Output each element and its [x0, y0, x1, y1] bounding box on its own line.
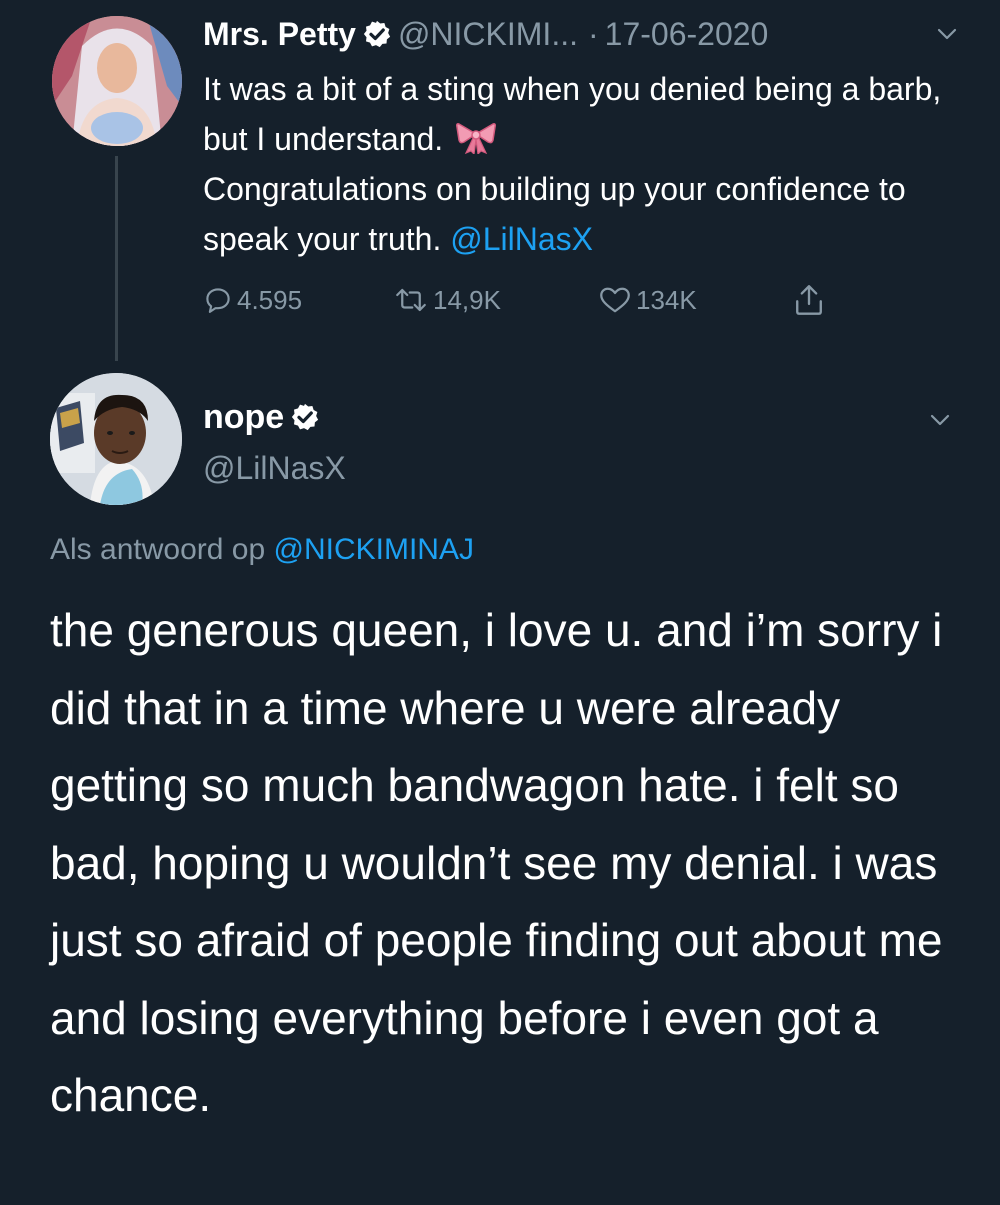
tweet-text-part: It was a bit of a sting when you denied …	[203, 71, 942, 157]
tweet-text: the generous queen, i love u. and i’m so…	[50, 604, 943, 1121]
ribbon-bow-emoji	[456, 123, 497, 154]
retweet-count: 14,9K	[433, 284, 501, 315]
handle[interactable]: @LilNasX	[203, 448, 346, 488]
reply-context: Als antwoord op @NICKIMINAJ	[50, 530, 474, 570]
share-button[interactable]	[793, 280, 829, 320]
display-name-row: nope	[203, 397, 326, 437]
reply-button[interactable]: 4.595	[203, 280, 302, 320]
original-tweet[interactable]: Mrs. Petty @NICKIMI... · 17-06-2020 It w…	[0, 0, 1000, 370]
display-name[interactable]: Mrs. Petty	[203, 14, 356, 54]
avatar[interactable]	[52, 16, 182, 146]
chevron-down-icon[interactable]	[928, 408, 952, 432]
separator: ·	[587, 16, 599, 52]
like-button[interactable]: 134K	[598, 280, 697, 320]
avatar-portrait-icon	[52, 16, 182, 146]
retweet-button[interactable]: 14,9K	[393, 280, 501, 320]
share-icon	[796, 285, 822, 315]
mention-link[interactable]: @LilNasX	[450, 221, 593, 257]
reply-prefix: Als antwoord op	[50, 533, 266, 566]
reply-tweet-header: nope @LilNasX	[0, 370, 1000, 520]
display-name[interactable]: nope	[203, 397, 284, 437]
reply-icon	[206, 288, 230, 313]
verified-badge-icon	[363, 20, 391, 48]
retweet-icon	[396, 288, 426, 312]
reply-mention-link[interactable]: @NICKIMINAJ	[273, 533, 473, 566]
handle[interactable]: @NICKIMI...	[398, 14, 578, 54]
verified-badge-icon	[292, 403, 319, 431]
chevron-down-icon[interactable]	[935, 22, 959, 46]
tweet-header: Mrs. Petty @NICKIMI... · 17-06-2020	[203, 14, 768, 54]
tweet-actions: 4.595 14,9K 134K	[203, 280, 843, 320]
reply-count: 4.595	[237, 284, 303, 315]
thread-line	[115, 156, 118, 361]
avatar[interactable]	[50, 373, 182, 505]
like-count: 134K	[636, 284, 697, 315]
like-icon	[600, 287, 630, 313]
avatar-portrait-icon	[50, 373, 182, 505]
tweet-text: It was a bit of a sting when you denied …	[203, 64, 983, 264]
tweet-date[interactable]: 17-06-2020	[605, 14, 769, 54]
